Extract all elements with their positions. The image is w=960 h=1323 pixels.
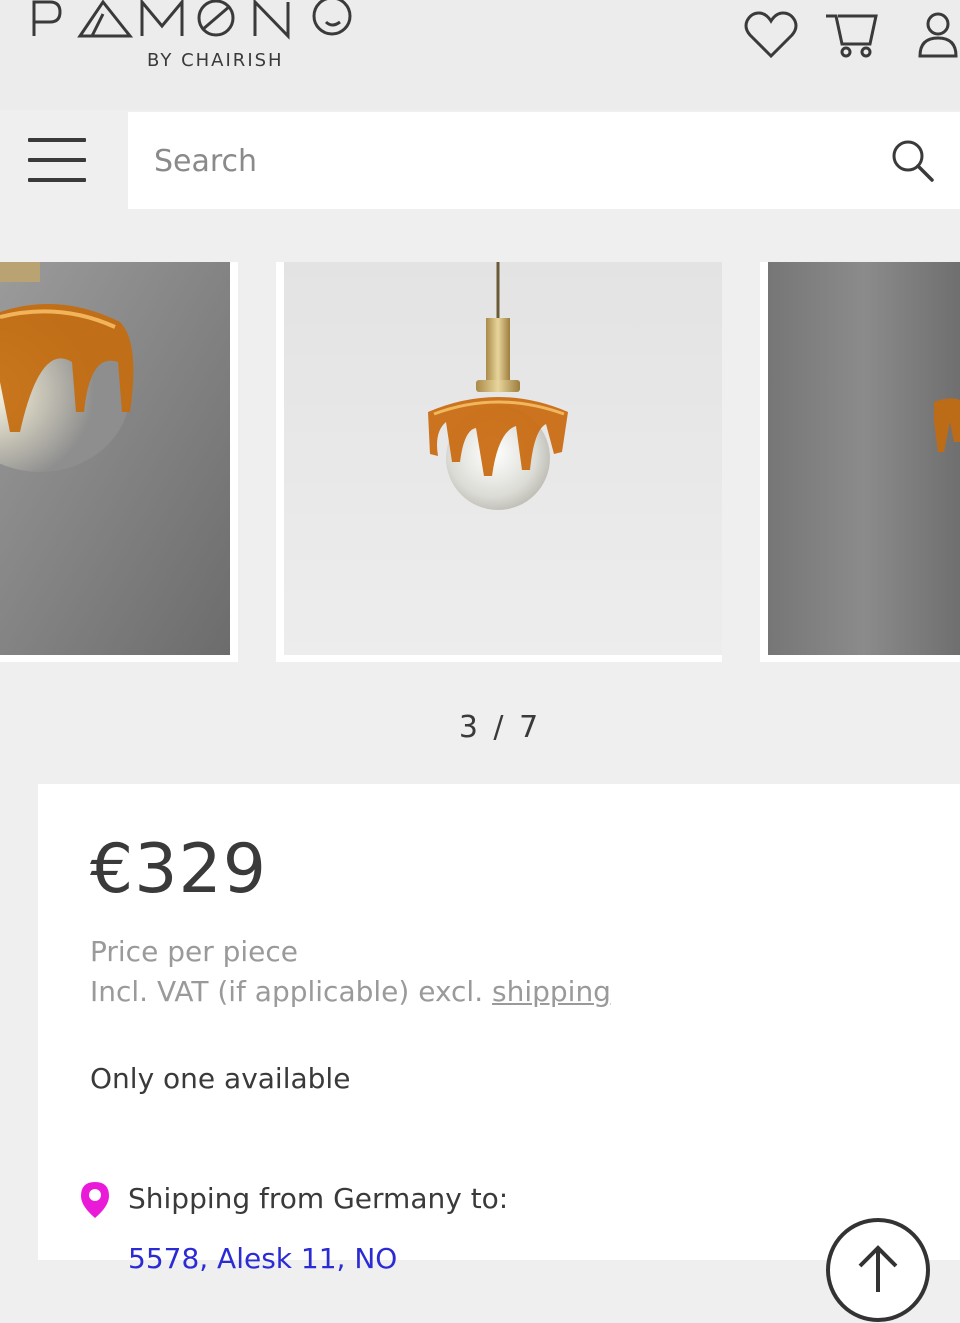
pamono-logo[interactable]: BY CHAIRISH — [30, 0, 410, 71]
price-details: Price per piece Incl. VAT (if applicable… — [90, 932, 611, 1012]
carousel-counter: 3 / 7 — [458, 710, 542, 745]
lamp-photo-closeup — [0, 262, 230, 655]
heart-icon[interactable] — [744, 10, 798, 60]
location-pin-icon — [81, 1182, 109, 1218]
user-icon[interactable] — [916, 10, 960, 60]
scroll-to-top-button[interactable] — [826, 1218, 930, 1322]
site-header: BY CHAIRISH — [0, 0, 960, 110]
carousel-slide-next[interactable] — [760, 262, 960, 662]
search-icon[interactable] — [890, 138, 936, 184]
carousel-slide-current[interactable] — [276, 262, 722, 662]
product-info-card: €329 Price per piece Incl. VAT (if appli… — [38, 784, 960, 1322]
hamburger-menu-button[interactable] — [26, 134, 90, 190]
search-input[interactable] — [152, 134, 856, 188]
shipping-destination-link[interactable]: 5578, Alesk 11, NO — [128, 1242, 397, 1275]
arrow-up-icon — [858, 1245, 898, 1292]
shipping-link[interactable]: shipping — [492, 975, 611, 1008]
availability-text: Only one available — [90, 1062, 351, 1095]
lamp-photo-dark — [768, 262, 960, 655]
vat-text: Incl. VAT (if applicable) excl. — [90, 975, 484, 1008]
vat-note: Incl. VAT (if applicable) excl. shipping — [90, 972, 611, 1012]
carousel-slide-previous[interactable] — [0, 262, 238, 662]
menu-bar-line — [28, 138, 86, 142]
price-per-label: Price per piece — [90, 935, 299, 968]
product-image-carousel[interactable] — [0, 262, 960, 662]
logo-wordmark — [32, 0, 352, 40]
shipping-from-text: Shipping from Germany to: — [128, 1182, 509, 1215]
pendant-lamp-photo — [284, 262, 722, 655]
logo-subtitle: BY CHAIRISH — [147, 50, 284, 71]
product-price: €329 — [90, 830, 268, 909]
cart-icon[interactable] — [824, 10, 882, 60]
menu-bar-line — [28, 178, 86, 182]
search-bar — [128, 112, 960, 209]
menu-bar-line — [28, 158, 86, 162]
